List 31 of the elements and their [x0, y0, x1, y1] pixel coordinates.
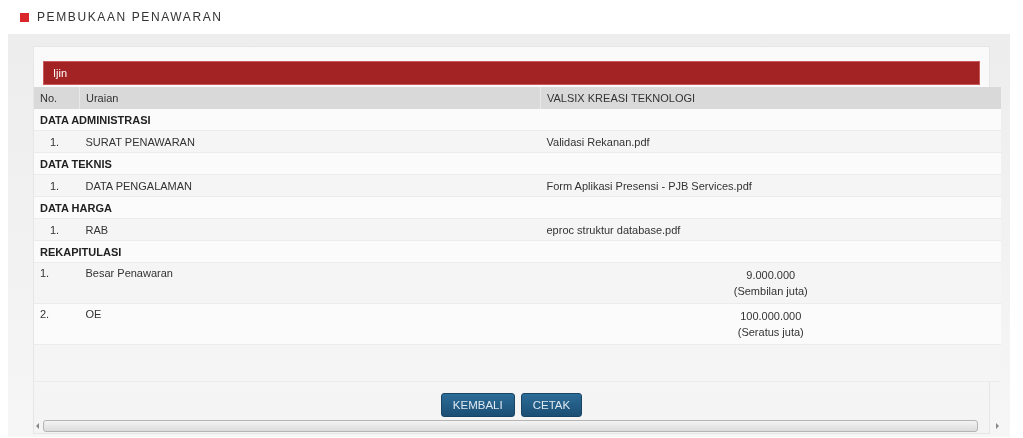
- amount-words: (Sembilan juta): [732, 284, 809, 299]
- action-button[interactable]: CETAK: [520, 393, 583, 417]
- table-cell: eproc struktur database.pdf: [540, 218, 1001, 241]
- group-label: DATA ADMINISTRASI: [34, 109, 1001, 131]
- column-header: No.: [34, 87, 80, 109]
- table-cell: SURAT PENAWARAN: [79, 130, 541, 153]
- group-label: DATA TEKNIS: [34, 152, 1001, 175]
- amount-value: 9.000.000: [745, 268, 797, 283]
- group-label: REKAPITULASI: [34, 240, 1001, 263]
- table-cell: RAB: [79, 218, 541, 241]
- table-cell: 1.: [34, 130, 80, 153]
- action-button[interactable]: KEMBALI: [440, 393, 515, 417]
- table-cell: Besar Penawaran: [79, 262, 541, 304]
- title-square-icon: [20, 12, 29, 22]
- column-header: Uraian: [79, 87, 541, 109]
- page-title: PEMBUKAAN PENAWARAN: [37, 10, 223, 24]
- table-cell: DATA PENGALAMAN: [79, 174, 541, 197]
- table-cell: Validasi Rekanan.pdf: [540, 130, 1001, 153]
- amount-words: (Seratus juta): [736, 325, 805, 340]
- scroll-right-icon[interactable]: [996, 423, 999, 429]
- amount-value: 100.000.000: [739, 309, 803, 324]
- column-header: VALSIX KREASI TEKNOLOGI: [540, 87, 1001, 109]
- section-header: Ijin: [43, 61, 980, 85]
- group-label: DATA HARGA: [34, 196, 1001, 219]
- table-cell: 1.: [34, 262, 80, 304]
- table-cell: 2.: [34, 303, 80, 345]
- table-cell: 1.: [34, 218, 80, 241]
- table-cell: 1.: [34, 174, 80, 197]
- scroll-left-icon[interactable]: [36, 423, 39, 429]
- table-cell: OE: [79, 303, 541, 345]
- table-cell: Form Aplikasi Presensi - PJB Services.pdf: [540, 174, 1001, 197]
